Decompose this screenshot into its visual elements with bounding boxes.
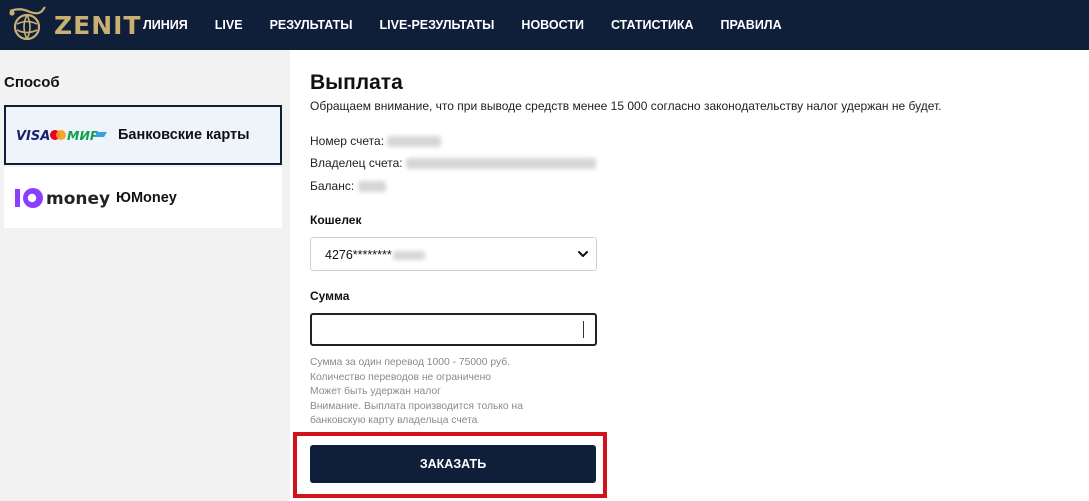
nav-item-results[interactable]: РЕЗУЛЬТАТЫ — [270, 18, 353, 32]
account-number-label: Номер счета: — [310, 134, 385, 148]
payout-panel: Выплата Обращаем внимание, что при вывод… — [290, 50, 1089, 501]
main-nav: ЛИНИЯ LIVE РЕЗУЛЬТАТЫ LIVE-РЕЗУЛЬТАТЫ НО… — [143, 0, 809, 50]
svg-text:МИР: МИР — [67, 128, 99, 143]
amount-field[interactable] — [310, 313, 597, 346]
nav-item-live[interactable]: LIVE — [215, 18, 243, 32]
yoomoney-logo-text: money — [46, 189, 110, 209]
wallet-select[interactable]: 4276******** — [310, 237, 597, 271]
svg-text:VISA: VISA — [16, 129, 50, 144]
wallet-select-value: 4276******** — [325, 248, 425, 262]
order-button[interactable]: ЗАКАЗАТЬ — [310, 445, 596, 483]
nav-item-news[interactable]: НОВОСТИ — [521, 18, 584, 32]
hint-line-warning: Внимание. Выплата производится только на… — [310, 400, 523, 427]
chevron-down-icon — [578, 251, 588, 257]
method-label-bank-cards: Банковские карты — [118, 127, 250, 143]
account-owner-row: Владелец счета: — [310, 156, 596, 170]
sidebar-title: Способ — [4, 74, 60, 91]
text-cursor — [583, 321, 584, 338]
balance-redacted — [357, 181, 386, 193]
payment-method-sidebar: Способ VISA МИР Банковские карты money Ю… — [0, 50, 284, 501]
top-navigation-bar: ZENIT ЛИНИЯ LIVE РЕЗУЛЬТАТЫ LIVE-РЕЗУЛЬТ… — [0, 0, 1089, 50]
logo-text: ZENIT — [54, 10, 142, 40]
amount-hints: Сумма за один перевод 1000 - 75000 руб. … — [310, 356, 570, 429]
nav-item-statistics[interactable]: СТАТИСТИКА — [611, 18, 694, 32]
account-owner-label: Владелец счета: — [310, 156, 403, 170]
account-number-redacted — [387, 136, 442, 148]
amount-input[interactable] — [316, 317, 576, 342]
nav-item-line[interactable]: ЛИНИЯ — [143, 18, 188, 32]
zenit-ball-icon — [9, 6, 46, 41]
hint-line-count: Количество переводов не ограничено — [310, 371, 491, 383]
method-label-yoomoney: ЮMoney — [116, 189, 177, 206]
method-bank-cards[interactable]: VISA МИР Банковские карты — [4, 105, 282, 165]
tax-notice: Обращаем внимание, что при выводе средст… — [310, 99, 942, 113]
page-title: Выплата — [310, 71, 403, 94]
amount-label: Сумма — [310, 289, 350, 303]
visa-mastercard-mir-logo: VISA МИР — [16, 128, 107, 144]
balance-label: Баланс: — [310, 179, 355, 193]
wallet-label: Кошелек — [310, 213, 362, 227]
wallet-select-masked: 4276******** — [325, 248, 392, 262]
zenit-logo[interactable]: ZENIT — [8, 4, 141, 46]
account-owner-redacted — [405, 158, 596, 170]
nav-item-live-results[interactable]: LIVE-РЕЗУЛЬТАТЫ — [380, 18, 495, 32]
account-number-row: Номер счета: — [310, 134, 442, 148]
hint-line-limit: Сумма за один перевод 1000 - 75000 руб. — [310, 357, 510, 368]
wallet-digits-redacted — [392, 251, 425, 261]
hint-line-tax: Может быть удержан налог — [310, 386, 441, 397]
method-yoomoney[interactable]: money ЮMoney — [4, 167, 282, 228]
nav-item-rules[interactable]: ПРАВИЛА — [721, 18, 782, 32]
yoomoney-logo: money — [15, 187, 110, 209]
balance-row: Баланс: — [310, 179, 386, 193]
